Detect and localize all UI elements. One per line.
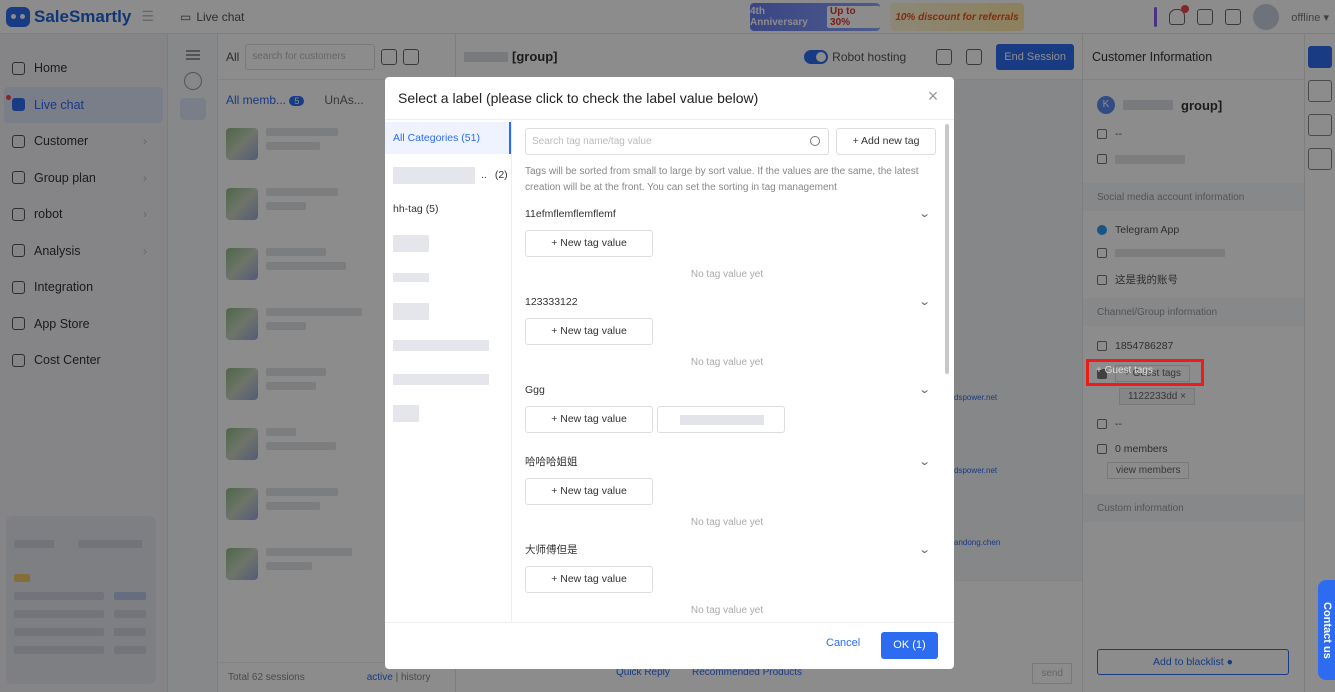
select-label-modal: Select a label (please click to check th… — [385, 77, 954, 669]
chevron-down-icon: ⌄ — [917, 384, 931, 396]
sort-hint: Tags will be sorted from small to large … — [525, 166, 919, 193]
scrollbar[interactable] — [945, 124, 949, 374]
new-tag-value-button[interactable]: + New tag value — [525, 318, 653, 345]
category-hh-tag[interactable]: hh-tag (5) — [385, 192, 511, 226]
tag-group: 哈哈哈姐姐 ⌄ + New tag value No tag value yet — [525, 452, 931, 528]
tag-group: 大师傅但是 ⌄ + New tag value No tag value yet — [525, 540, 931, 616]
empty-hint: No tag value yet — [690, 357, 764, 368]
category-item[interactable] — [385, 260, 511, 294]
add-new-tag-button[interactable]: + Add new tag — [836, 128, 936, 155]
tag-value-chip[interactable] — [657, 406, 785, 433]
modal-title: Select a label (please click to check th… — [398, 90, 759, 106]
contact-us-button[interactable]: Contact us — [1318, 580, 1335, 680]
category-item[interactable] — [385, 328, 511, 362]
tag-group-title[interactable]: 123333122 ⌄ — [525, 292, 931, 312]
category-item[interactable] — [385, 362, 511, 396]
tag-search-input[interactable]: Search tag name/tag value — [525, 128, 829, 155]
ok-button[interactable]: OK (1) — [881, 632, 938, 659]
modal-header: Select a label (please click to check th… — [385, 77, 954, 119]
category-item[interactable] — [385, 396, 511, 430]
search-icon — [810, 136, 820, 146]
category-item[interactable] — [385, 294, 511, 328]
tag-group-title[interactable]: 哈哈哈姐姐 ⌄ — [525, 452, 931, 472]
new-tag-value-button[interactable]: + New tag value — [525, 566, 653, 593]
tag-group-title[interactable]: 11efmflemflemflemf ⌄ — [525, 204, 931, 224]
modal-footer: Cancel OK (1) — [385, 622, 954, 669]
new-tag-value-button[interactable]: + New tag value — [525, 478, 653, 505]
chevron-down-icon: ⌄ — [917, 544, 931, 556]
chevron-down-icon: ⌄ — [917, 456, 931, 468]
chevron-down-icon: ⌄ — [917, 208, 931, 220]
modal-body: All Categories (51) .. (2) hh-tag (5) Sea… — [385, 119, 954, 623]
tag-group: 123333122 ⌄ + New tag value No tag value … — [525, 292, 931, 368]
new-tag-value-button[interactable]: + New tag value — [525, 406, 653, 433]
category-all[interactable]: All Categories (51) — [385, 122, 511, 154]
category-list: All Categories (51) .. (2) hh-tag (5) — [385, 120, 512, 623]
empty-hint: No tag value yet — [690, 517, 764, 528]
tag-group-title[interactable]: 大师傅但是 ⌄ — [525, 540, 931, 560]
tag-group: Ggg ⌄ + New tag value — [525, 380, 931, 433]
cancel-button[interactable]: Cancel — [826, 637, 860, 649]
tag-group-title[interactable]: Ggg ⌄ — [525, 380, 931, 400]
category-item[interactable]: .. (2) — [385, 158, 511, 192]
chevron-down-icon: ⌄ — [917, 296, 931, 308]
tag-group: 11efmflemflemflemf ⌄ + New tag value No t… — [525, 204, 931, 280]
empty-hint: No tag value yet — [690, 605, 764, 616]
tag-list: Search tag name/tag value + Add new tag … — [513, 120, 949, 623]
category-item[interactable] — [385, 226, 511, 260]
highlighted-guest-tags[interactable]: + Guest tags — [1096, 365, 1153, 376]
empty-hint: No tag value yet — [690, 269, 764, 280]
close-icon[interactable]: × — [926, 87, 940, 105]
new-tag-value-button[interactable]: + New tag value — [525, 230, 653, 257]
